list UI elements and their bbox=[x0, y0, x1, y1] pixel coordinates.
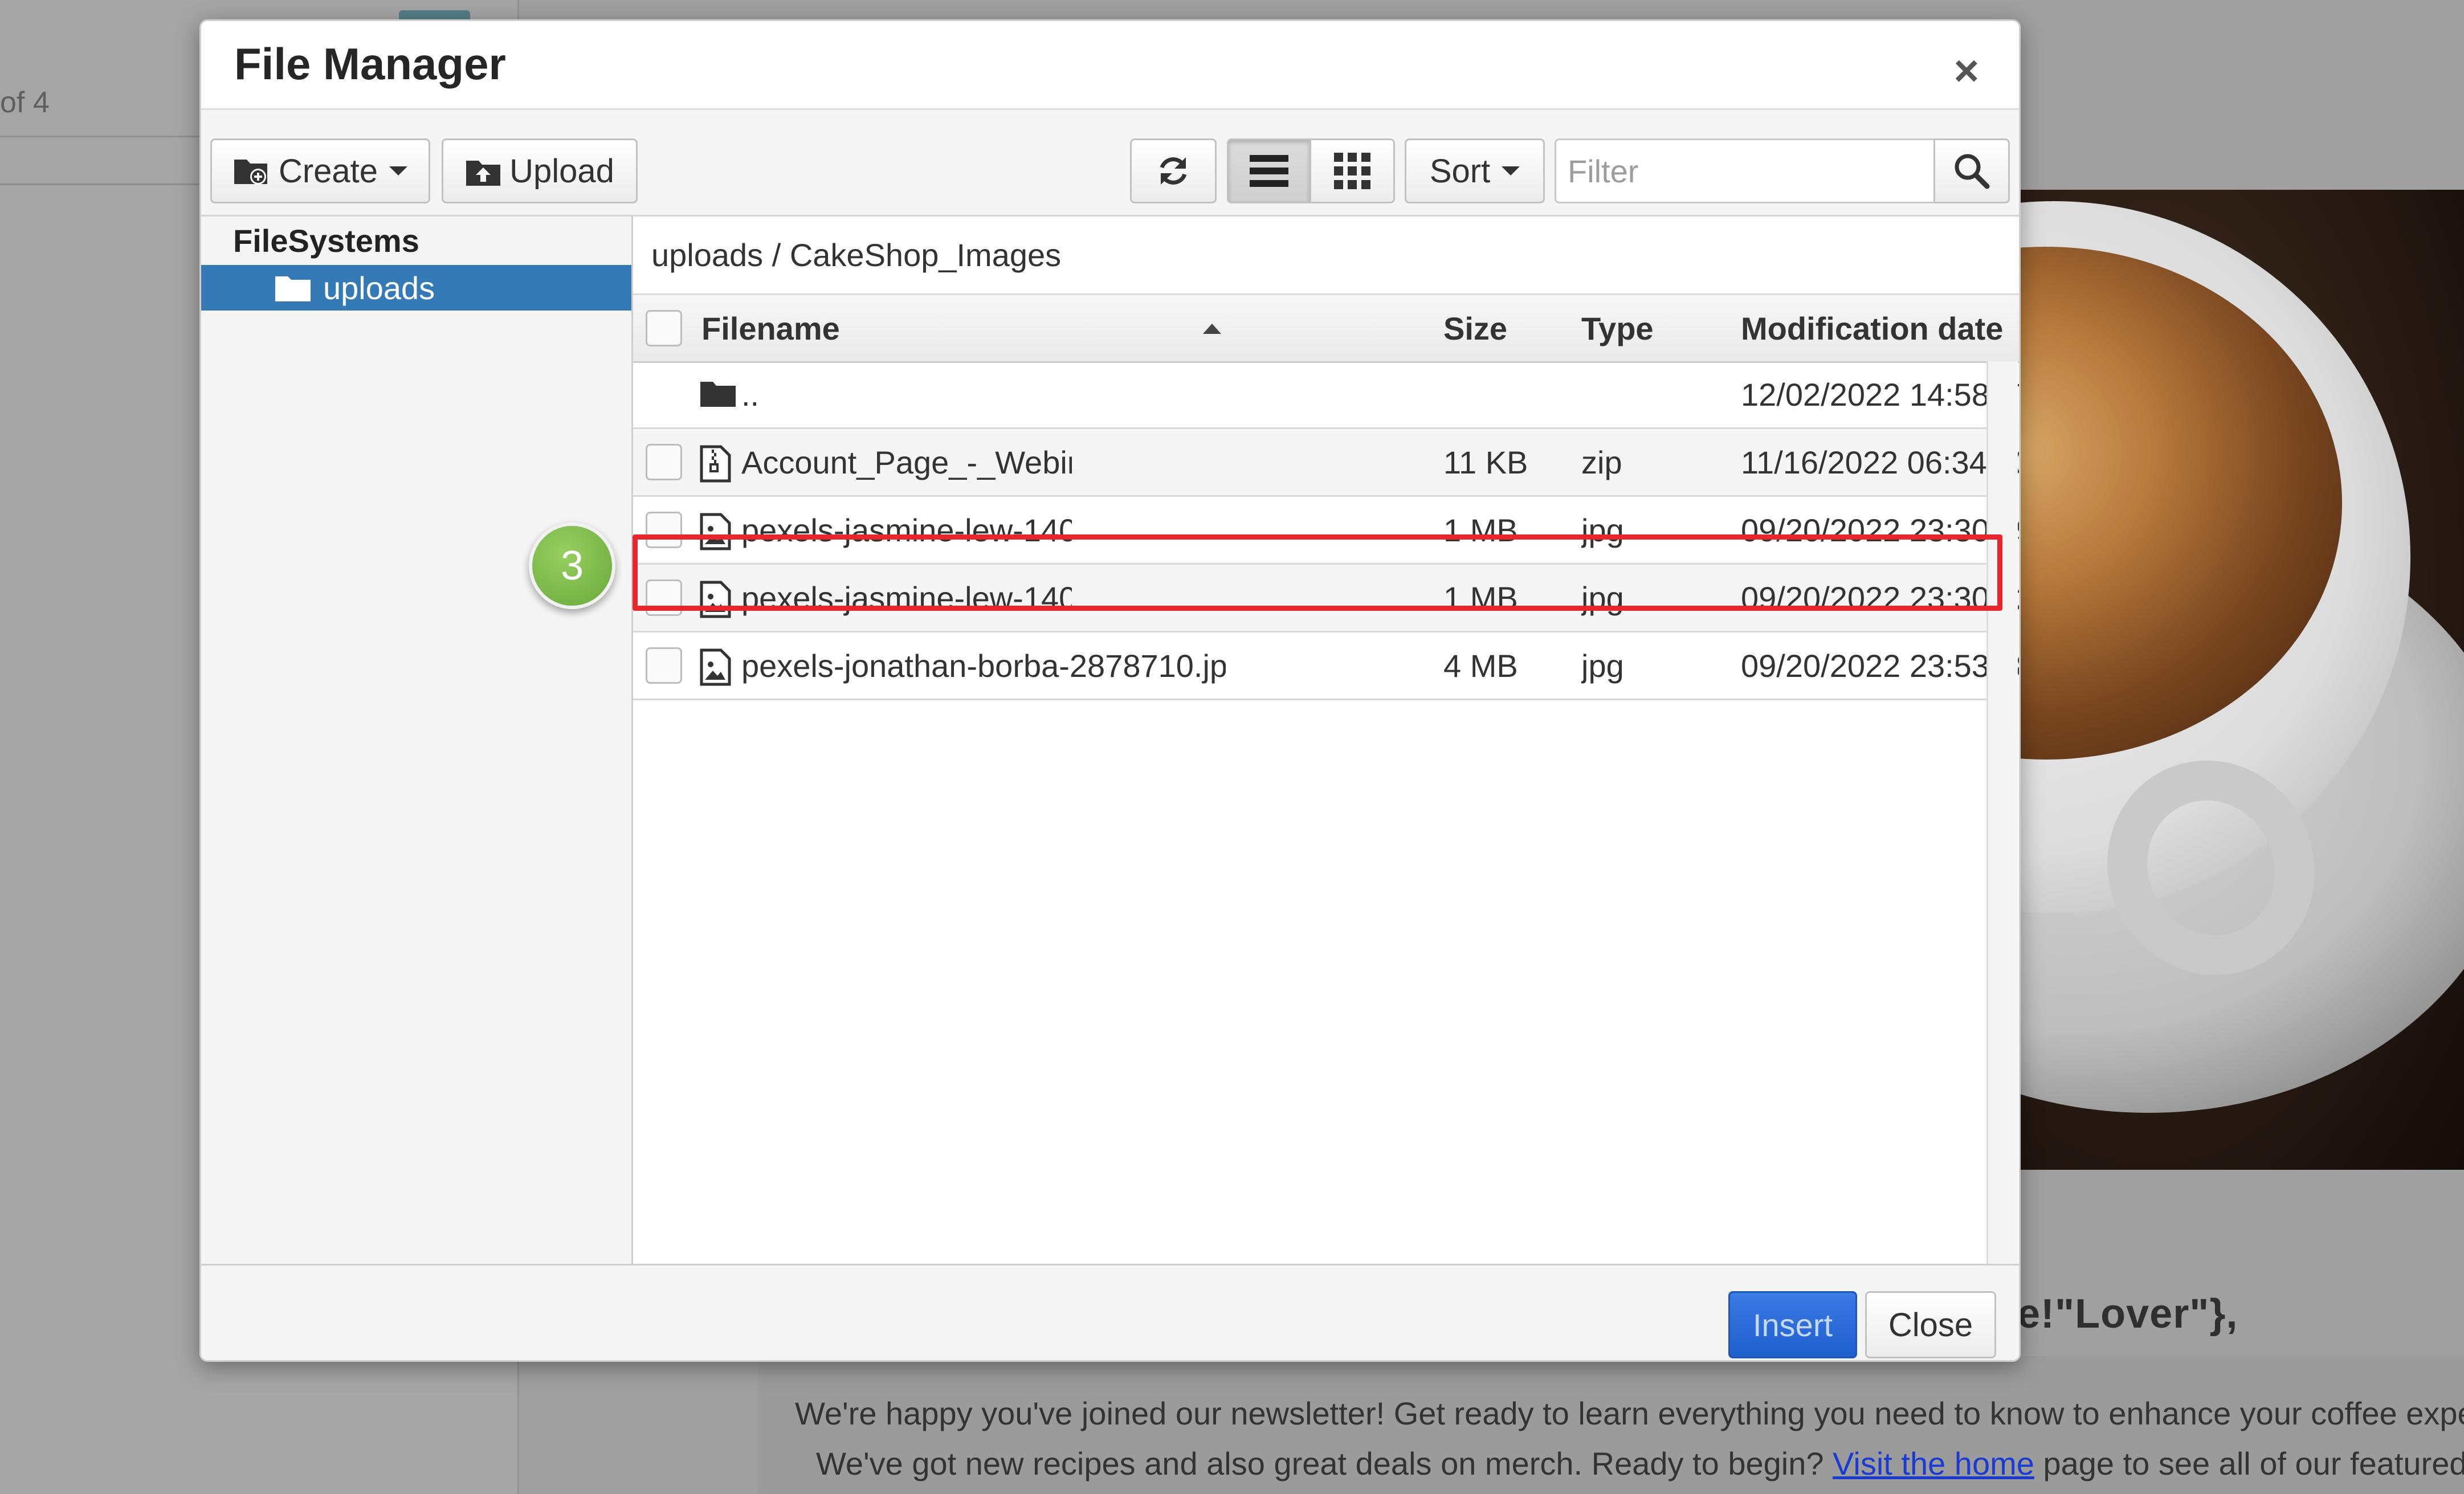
list-view-icon bbox=[1250, 155, 1288, 187]
sort-label: Sort bbox=[1429, 152, 1491, 190]
file-size: 11 KB bbox=[1443, 444, 1528, 480]
file-type: zip bbox=[1581, 444, 1622, 480]
upload-label: Upload bbox=[509, 152, 614, 190]
tree-root-filesystems[interactable]: FileSystems bbox=[233, 222, 419, 259]
dialog-title: File Manager bbox=[234, 39, 506, 89]
file-rows: .. 12/02/2022 14:58:27 Account_Page_-_We… bbox=[633, 361, 2019, 700]
column-size[interactable]: Size bbox=[1443, 295, 1507, 361]
file-type: jpg bbox=[1581, 647, 1624, 684]
background-pager: of 4 bbox=[0, 86, 50, 119]
newsletter-text-line: We're happy you've joined our newsletter… bbox=[795, 1395, 2464, 1431]
close-icon[interactable]: × bbox=[1954, 50, 1979, 93]
insert-button[interactable]: Insert bbox=[1728, 1291, 1857, 1358]
row-checkbox[interactable] bbox=[646, 647, 682, 684]
grid-view-icon bbox=[1334, 153, 1370, 189]
refresh-button[interactable] bbox=[1130, 138, 1217, 203]
dialog-header: File Manager × bbox=[201, 21, 2019, 110]
dialog-footer: Insert Close bbox=[201, 1264, 2019, 1360]
table-row[interactable]: Account_Page_-_Webinar_mock.zip 11 KB zi… bbox=[633, 429, 2019, 497]
folder-icon bbox=[275, 276, 311, 301]
tree-node-label: uploads bbox=[323, 270, 435, 306]
row-checkbox[interactable] bbox=[646, 444, 682, 480]
highlight-box bbox=[633, 534, 2002, 611]
file-size: 4 MB bbox=[1443, 647, 1518, 684]
file-modified: 11/16/2022 06:34:53 bbox=[1741, 444, 2021, 480]
new-folder-icon bbox=[234, 160, 267, 185]
chevron-down-icon bbox=[389, 166, 408, 175]
search-icon bbox=[1955, 154, 1990, 189]
file-name: .. bbox=[741, 376, 760, 413]
column-type[interactable]: Type bbox=[1581, 295, 1654, 361]
grid-view-button[interactable] bbox=[1309, 138, 1395, 203]
vertical-scrollbar[interactable] bbox=[1986, 361, 2018, 1264]
file-name: Account_Page_-_Webinar_mock.zip bbox=[741, 444, 1072, 480]
search-button[interactable] bbox=[1933, 138, 2010, 203]
newsletter-text: page to see all of our featured stor bbox=[2043, 1446, 2464, 1481]
file-list-panel: uploads / CakeShop_Images Filename Size … bbox=[633, 217, 2019, 1264]
file-modified: 09/20/2022 23:53:38 bbox=[1741, 647, 2021, 684]
close-button[interactable]: Close bbox=[1865, 1291, 1996, 1358]
chevron-down-icon bbox=[1502, 166, 1520, 175]
upload-icon bbox=[466, 161, 501, 186]
file-name: pexels-jonathan-borba-2878710.jpg bbox=[741, 647, 1226, 684]
refresh-icon bbox=[1160, 157, 1187, 185]
image-file-icon bbox=[700, 648, 731, 686]
folder-tree: FileSystems uploads bbox=[201, 217, 633, 1264]
step-number-badge: 3 bbox=[529, 523, 615, 609]
breadcrumb: uploads / CakeShop_Images bbox=[633, 217, 2019, 295]
upload-button[interactable]: Upload bbox=[442, 138, 638, 203]
sort-dropdown-button[interactable]: Sort bbox=[1405, 138, 1545, 203]
column-filename[interactable]: Filename bbox=[701, 295, 840, 361]
visit-home-link[interactable]: Visit the home bbox=[1833, 1446, 2034, 1481]
file-modified: 12/02/2022 14:58:27 bbox=[1741, 376, 2021, 413]
sort-ascending-icon bbox=[1203, 324, 1221, 334]
file-manager-dialog: File Manager × Create Upload Sort Filter… bbox=[199, 19, 2021, 1362]
folder-icon bbox=[700, 382, 736, 407]
select-all-checkbox[interactable] bbox=[646, 310, 682, 346]
table-header: Filename Size Type Modification date bbox=[633, 295, 2019, 363]
coffee-cup-photo bbox=[2017, 190, 2464, 1170]
newsletter-text: We've got new recipes and also great dea… bbox=[816, 1446, 1833, 1481]
zip-file-icon bbox=[700, 445, 731, 483]
filter-input[interactable] bbox=[1555, 138, 1936, 203]
tree-node-uploads[interactable]: uploads bbox=[201, 265, 631, 311]
create-dropdown-button[interactable]: Create bbox=[210, 138, 430, 203]
background-heading: e!"Lover"}, bbox=[2017, 1291, 2238, 1337]
list-view-button[interactable] bbox=[1227, 138, 1311, 203]
newsletter-text-line: We've got new recipes and also great dea… bbox=[816, 1445, 2464, 1482]
toolbar: Create Upload Sort Filter bbox=[201, 110, 2019, 217]
create-label: Create bbox=[278, 152, 378, 190]
column-modification-date[interactable]: Modification date bbox=[1741, 295, 2003, 361]
table-row[interactable]: pexels-jonathan-borba-2878710.jpg 4 MB j… bbox=[633, 632, 2019, 700]
table-row[interactable]: .. 12/02/2022 14:58:27 bbox=[633, 361, 2019, 429]
